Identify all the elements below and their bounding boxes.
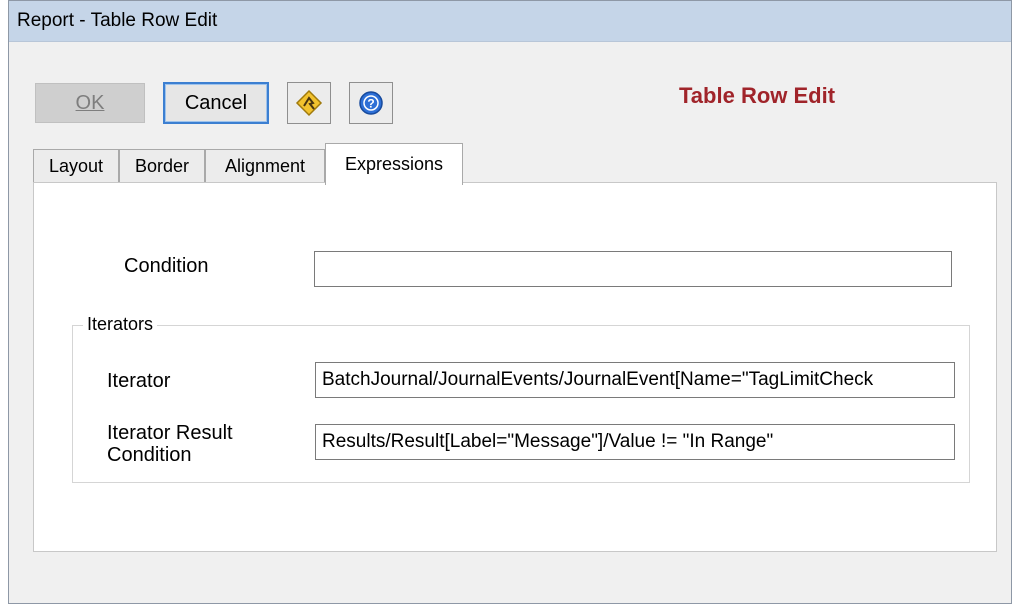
tab-expressions[interactable]: Expressions: [325, 143, 463, 185]
tab-label: Expressions: [344, 154, 444, 174]
iterator-result-condition-input[interactable]: Results/Result[Label="Message"]/Value !=…: [315, 424, 955, 460]
window-title: Report - Table Row Edit: [17, 10, 218, 31]
iterator-result-label-line1: Iterator Result: [107, 422, 233, 444]
iterator-label: Iterator: [107, 370, 171, 392]
svg-text:?: ?: [367, 97, 374, 111]
ok-button-label: OK: [75, 91, 105, 114]
iterators-group-label: Iterators: [83, 314, 158, 335]
tab-label: Border: [134, 156, 190, 176]
tab-label: Layout: [48, 156, 104, 176]
wizard-button[interactable]: [287, 82, 331, 124]
expressions-panel: Condition Iterators Iterator BatchJourna…: [33, 182, 997, 552]
iterator-input[interactable]: BatchJournal/JournalEvents/JournalEvent[…: [315, 362, 955, 398]
iterator-result-label-line2: Condition: [107, 444, 192, 466]
dialog-window: Report - Table Row Edit OK Cancel ? Tabl…: [8, 0, 1012, 604]
help-button[interactable]: ?: [349, 82, 393, 124]
cancel-button[interactable]: Cancel: [163, 82, 269, 124]
wizard-icon: [295, 89, 323, 117]
cancel-button-label: Cancel: [184, 91, 248, 114]
tab-layout[interactable]: Layout: [33, 149, 119, 183]
iterator-result-condition-value: Results/Result[Label="Message"]/Value !=…: [322, 431, 774, 452]
iterators-groupbox: Iterators Iterator BatchJournal/JournalE…: [72, 314, 970, 483]
title-bar[interactable]: Report - Table Row Edit: [9, 1, 1011, 42]
iterator-result-label: Iterator Result Condition: [107, 422, 233, 466]
tab-alignment[interactable]: Alignment: [205, 149, 325, 183]
help-icon: ?: [359, 91, 383, 115]
iterator-value: BatchJournal/JournalEvents/JournalEvent[…: [322, 369, 874, 390]
ok-button[interactable]: OK: [35, 83, 145, 123]
condition-input[interactable]: [314, 251, 952, 287]
tab-border[interactable]: Border: [119, 149, 205, 183]
page-heading: Table Row Edit: [679, 83, 836, 108]
condition-label: Condition: [124, 255, 209, 277]
tab-label: Alignment: [224, 156, 306, 176]
